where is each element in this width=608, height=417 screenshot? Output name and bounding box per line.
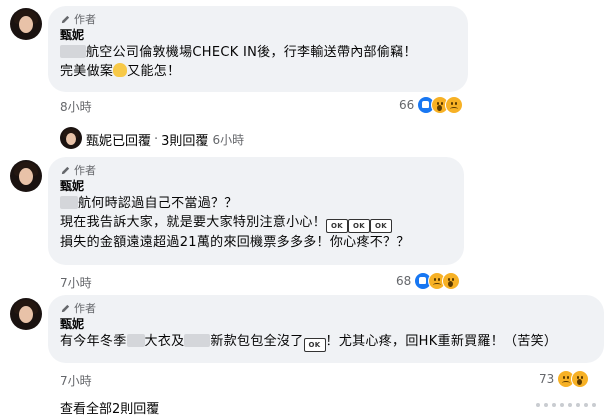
watermark-dots (536, 403, 596, 407)
redacted-text (184, 334, 211, 347)
comment-text: 損失的金額遠遠超過21萬的來回機票多多多！你心疼不？？ (60, 235, 410, 250)
ok-emoji-icon: OK (370, 219, 393, 233)
comment-text: 航空公司倫敦機場CHECK IN後，行李輸送帶內部偷竊！ (60, 43, 456, 62)
reaction-summary[interactable]: 73 (539, 370, 590, 388)
redacted-text (60, 45, 86, 58)
comment-time[interactable]: 8小時 (60, 98, 92, 115)
comment-bubble: 作者 甄妮 航空公司倫敦機場CHECK IN後，行李輸送帶內部偷竊！ 完美做案又… (48, 6, 468, 92)
author-badge: 作者 (60, 301, 592, 315)
avatar[interactable] (10, 8, 42, 40)
commenter-name[interactable]: 甄妮 (60, 316, 592, 332)
pen-icon (61, 304, 70, 312)
reaction-summary[interactable]: 66 (399, 96, 464, 114)
author-badge: 作者 (60, 163, 452, 177)
comment-bubble: 作者 甄妮 航何時認過自己不當過？？ 現在我告訴大家，就是要大家特別注意小心！ O… (48, 157, 464, 265)
reply-summary-link[interactable]: 甄妮已回覆 · 3則回覆 6小時 (86, 130, 244, 149)
ok-emoji-icon: OK (348, 219, 371, 233)
redacted-text (60, 196, 78, 209)
avatar[interactable] (60, 127, 82, 149)
comment-time[interactable]: 7小時 (60, 274, 92, 291)
comment-text: 有今年冬季 大衣及 新款包包全沒了 OK ！尤其心疼，回HK重新買羅！（苦笑） (60, 332, 592, 352)
thumbs-up-emoji-icon (113, 63, 128, 77)
author-badge: 作者 (60, 12, 456, 26)
avatar[interactable] (10, 298, 42, 330)
comment-text: 完美做案 又能怎！ (60, 63, 181, 79)
commenter-name[interactable]: 甄妮 (60, 178, 452, 194)
comment-text: 現在我告訴大家，就是要大家特別注意小心！ OK OK OK (60, 213, 452, 233)
comment-text: 航何時認過自己不當過？？ (60, 194, 452, 213)
ok-emoji-icon: OK (303, 338, 326, 352)
comment-bubble: 作者 甄妮 有今年冬季 大衣及 新款包包全沒了 OK ！尤其心疼，回HK重新買羅！（苦笑… (48, 295, 604, 363)
pen-icon (61, 15, 70, 23)
view-all-replies-link[interactable]: 查看全部2則回覆 (60, 398, 159, 417)
redacted-text (126, 334, 145, 347)
pen-icon (61, 166, 70, 174)
sad-reaction-icon (445, 96, 464, 114)
comment-time[interactable]: 7小時 (60, 372, 92, 389)
avatar[interactable] (10, 160, 42, 192)
wow-reaction-icon (442, 272, 461, 290)
commenter-name[interactable]: 甄妮 (60, 27, 456, 43)
ok-emoji-icon: OK (326, 219, 349, 233)
author-tag: 作者 (74, 13, 96, 26)
reaction-summary[interactable]: 68 (396, 272, 461, 290)
wow-reaction-icon (571, 370, 590, 388)
